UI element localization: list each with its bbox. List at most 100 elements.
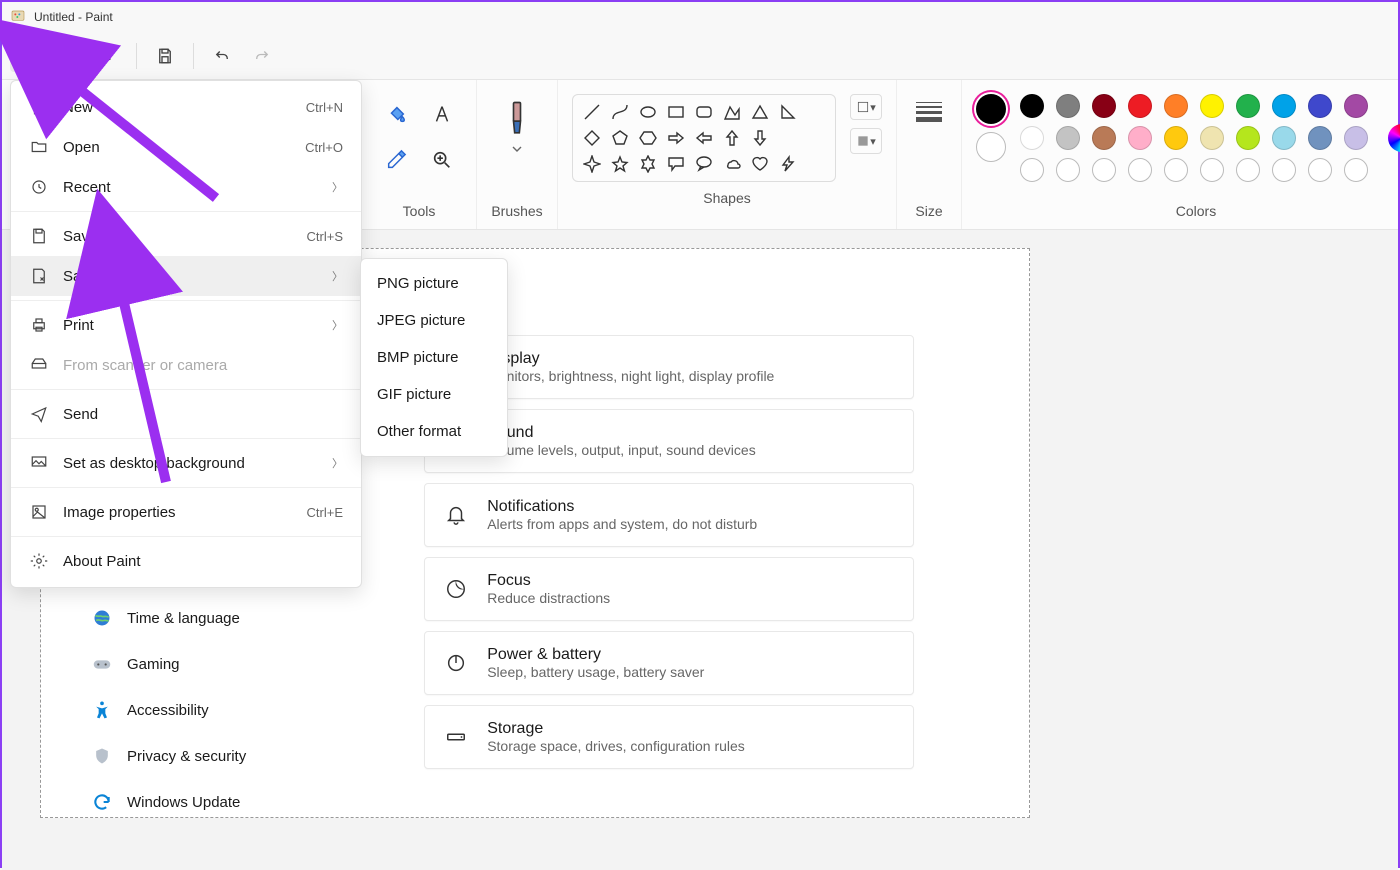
color1-swatch[interactable] (976, 94, 1006, 124)
color-swatch[interactable] (1308, 126, 1332, 150)
nav-time-language[interactable]: Time & language (83, 597, 254, 639)
shapes-gallery[interactable] (572, 94, 836, 182)
nav-gaming[interactable]: Gaming (83, 643, 254, 685)
separator (11, 438, 361, 439)
oval-shape-icon[interactable] (637, 101, 659, 123)
nav-accessibility[interactable]: Accessibility (83, 689, 254, 731)
star4-shape-icon[interactable] (581, 153, 603, 175)
shape-outline-dropdown[interactable]: ▾ (850, 94, 882, 120)
polygon-shape-icon[interactable] (721, 101, 743, 123)
brush-dropdown[interactable] (491, 94, 543, 158)
color-swatch[interactable] (1344, 126, 1368, 150)
star5-shape-icon[interactable] (609, 153, 631, 175)
arrow-up-shape-icon[interactable] (721, 127, 743, 149)
save-as-png[interactable]: PNG picture (361, 265, 507, 302)
size-dropdown[interactable] (911, 94, 947, 130)
rect-shape-icon[interactable] (665, 101, 687, 123)
card-storage[interactable]: StorageStorage space, drives, configurat… (424, 705, 914, 769)
card-focus[interactable]: FocusReduce distractions (424, 557, 914, 621)
nav-windows-update[interactable]: Windows Update (83, 781, 254, 823)
shapes-label: Shapes (703, 182, 750, 206)
magnifier-tool-icon[interactable] (422, 140, 462, 180)
edit-colors-icon[interactable] (1388, 124, 1400, 152)
color-swatch[interactable] (1056, 94, 1080, 118)
fill-tool-icon[interactable] (376, 94, 416, 134)
arrow-left-shape-icon[interactable] (693, 127, 715, 149)
star6-shape-icon[interactable] (637, 153, 659, 175)
text-tool-icon[interactable] (422, 94, 462, 134)
color-swatch[interactable] (1200, 126, 1224, 150)
color-swatch-empty[interactable] (1020, 158, 1044, 182)
save-as-gif[interactable]: GIF picture (361, 376, 507, 413)
menu-file[interactable]: File (10, 39, 62, 72)
card-notifications[interactable]: NotificationsAlerts from apps and system… (424, 483, 914, 547)
diamond-shape-icon[interactable] (581, 127, 603, 149)
color-swatch[interactable] (1056, 126, 1080, 150)
color-swatch[interactable] (1020, 94, 1044, 118)
save-as-bmp[interactable]: BMP picture (361, 339, 507, 376)
colors-label: Colors (1176, 195, 1216, 219)
color-swatch[interactable] (1344, 94, 1368, 118)
eyedropper-tool-icon[interactable] (376, 140, 416, 180)
save-as-other[interactable]: Other format (361, 413, 507, 450)
menu-send[interactable]: Send (11, 394, 361, 434)
redo-icon[interactable] (244, 38, 280, 74)
curve-shape-icon[interactable] (609, 101, 631, 123)
color-swatch[interactable] (1272, 94, 1296, 118)
color-swatch[interactable] (1128, 126, 1152, 150)
color-swatch-empty[interactable] (1200, 158, 1224, 182)
nav-privacy[interactable]: Privacy & security (83, 735, 254, 777)
menu-properties[interactable]: Image propertiesCtrl+E (11, 492, 361, 532)
shape-fill-dropdown[interactable]: ▾ (850, 128, 882, 154)
color-swatch[interactable] (1164, 126, 1188, 150)
menu-desktop-bg[interactable]: Set as desktop background〉 (11, 443, 361, 483)
color-swatch-empty[interactable] (1164, 158, 1188, 182)
color-swatch-empty[interactable] (1092, 158, 1116, 182)
right-triangle-shape-icon[interactable] (777, 101, 799, 123)
arrow-right-shape-icon[interactable] (665, 127, 687, 149)
color-swatch[interactable] (1092, 94, 1116, 118)
heart-shape-icon[interactable] (749, 153, 771, 175)
color-swatch-empty[interactable] (1272, 158, 1296, 182)
color-swatch-empty[interactable] (1308, 158, 1332, 182)
color-swatch-empty[interactable] (1236, 158, 1260, 182)
color-swatch[interactable] (1236, 94, 1260, 118)
color-swatch[interactable] (1236, 126, 1260, 150)
roundrect-shape-icon[interactable] (693, 101, 715, 123)
separator (11, 536, 361, 537)
menu-save-as[interactable]: Save as〉 (11, 256, 361, 296)
card-title: Focus (487, 572, 610, 590)
color-swatch[interactable] (1200, 94, 1224, 118)
card-title: Display (487, 350, 774, 368)
desktop-icon (29, 453, 49, 473)
menu-print[interactable]: Print〉 (11, 305, 361, 345)
callout-oval-shape-icon[interactable] (693, 153, 715, 175)
ribbon-size: Size (897, 80, 962, 229)
line-shape-icon[interactable] (581, 101, 603, 123)
color-swatch-empty[interactable] (1128, 158, 1152, 182)
color-swatch[interactable] (1128, 94, 1152, 118)
callout-rect-shape-icon[interactable] (665, 153, 687, 175)
hexagon-shape-icon[interactable] (637, 127, 659, 149)
card-subtitle: Monitors, brightness, night light, displ… (487, 368, 774, 384)
color2-swatch[interactable] (976, 132, 1006, 162)
color-swatch-empty[interactable] (1056, 158, 1080, 182)
color-swatch[interactable] (1020, 126, 1044, 150)
triangle-shape-icon[interactable] (749, 101, 771, 123)
color-swatch[interactable] (1308, 94, 1332, 118)
separator (11, 487, 361, 488)
callout-cloud-shape-icon[interactable] (721, 153, 743, 175)
arrow-down-shape-icon[interactable] (749, 127, 771, 149)
separator (136, 43, 137, 69)
pentagon-shape-icon[interactable] (609, 127, 631, 149)
menu-save[interactable]: SaveCtrl+S (11, 216, 361, 256)
save-as-jpeg[interactable]: JPEG picture (361, 302, 507, 339)
color-swatch-empty[interactable] (1344, 158, 1368, 182)
lightning-shape-icon[interactable] (777, 153, 799, 175)
card-power[interactable]: Power & batterySleep, battery usage, bat… (424, 631, 914, 695)
color-swatch[interactable] (1272, 126, 1296, 150)
color-swatch[interactable] (1092, 126, 1116, 150)
color-swatch[interactable] (1164, 94, 1188, 118)
accessibility-icon (91, 699, 113, 721)
menu-about[interactable]: About Paint (11, 541, 361, 581)
